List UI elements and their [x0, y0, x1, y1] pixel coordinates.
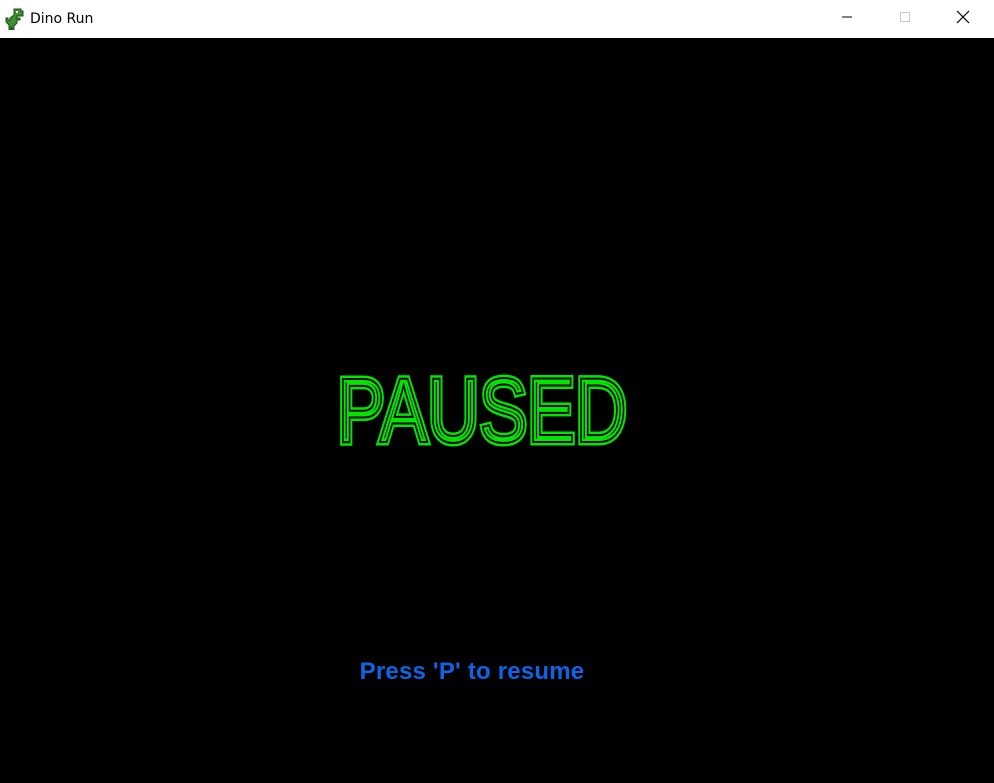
minimize-icon [841, 10, 853, 28]
close-icon [956, 10, 970, 29]
paused-title-graphic: PAUSED PAUSED [334, 364, 631, 454]
game-window: Dino Run PAUSED PAUSED Press 'P' to resu… [0, 0, 994, 783]
paused-text-inline: PAUSED [337, 364, 627, 454]
paused-label: PAUSED PAUSED [0, 364, 994, 454]
dino-icon [5, 8, 25, 31]
resume-hint: Press 'P' to resume [0, 658, 994, 686]
close-button[interactable] [934, 0, 992, 38]
maximize-button[interactable] [876, 0, 934, 38]
window-title: Dino Run [30, 11, 94, 27]
maximize-icon [899, 10, 911, 28]
game-canvas[interactable]: PAUSED PAUSED Press 'P' to resume [0, 38, 994, 783]
minimize-button[interactable] [818, 0, 876, 38]
title-bar[interactable]: Dino Run [0, 0, 994, 38]
resume-hint-label: Press 'P' to resume [359, 658, 585, 685]
